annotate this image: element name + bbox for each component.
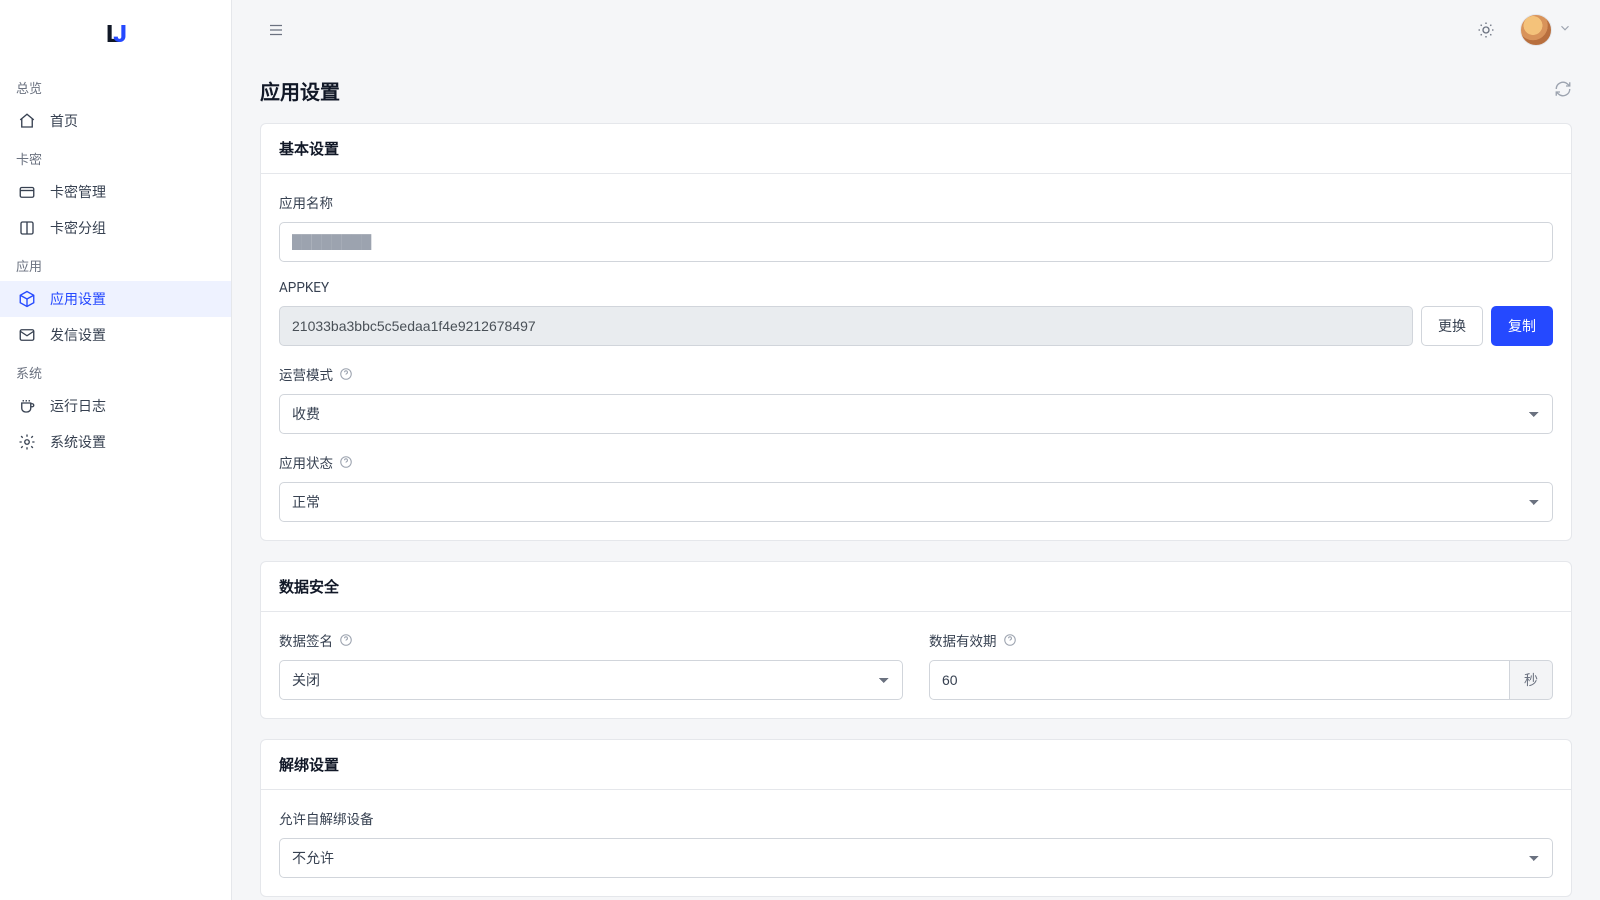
- card-basic: 基本设置 应用名称 APPKEY 更换 复制 运营模式: [260, 123, 1572, 541]
- mail-icon: [18, 326, 36, 344]
- copy-button[interactable]: 复制: [1491, 306, 1553, 346]
- nav-item-home[interactable]: 首页: [0, 103, 231, 139]
- nav-item-card-group[interactable]: 卡密分组: [0, 210, 231, 246]
- topbar: [232, 0, 1600, 60]
- card-title-unbind: 解绑设置: [261, 740, 1571, 790]
- cup-icon: [18, 397, 36, 415]
- self-unbind-select[interactable]: 不允许: [279, 838, 1553, 878]
- card-security: 数据安全 数据签名 关闭: [260, 561, 1572, 719]
- mode-select[interactable]: 收费: [279, 394, 1553, 434]
- logo[interactable]: LJ: [0, 0, 231, 68]
- status-select[interactable]: 正常: [279, 482, 1553, 522]
- nav-label: 首页: [50, 111, 78, 131]
- appkey-input[interactable]: [279, 306, 1413, 346]
- nav-label: 系统设置: [50, 432, 106, 452]
- label-expiry: 数据有效期: [929, 630, 997, 650]
- nav-label: 应用设置: [50, 289, 106, 309]
- logo-mark: LJ: [106, 20, 125, 48]
- card-unbind: 解绑设置 允许自解绑设备 不允许: [260, 739, 1572, 897]
- page-header: 应用设置: [260, 60, 1572, 123]
- page-title: 应用设置: [260, 76, 340, 105]
- label-status: 应用状态: [279, 452, 333, 472]
- help-icon[interactable]: [339, 367, 353, 381]
- label-self-unbind: 允许自解绑设备: [279, 808, 1553, 828]
- help-icon[interactable]: [339, 633, 353, 647]
- theme-toggle-button[interactable]: [1470, 14, 1502, 46]
- nav-item-card-manage[interactable]: 卡密管理: [0, 174, 231, 210]
- nav-label: 卡密分组: [50, 218, 106, 238]
- nav-section-system: 系统: [0, 353, 231, 388]
- label-appkey: APPKEY: [279, 280, 1553, 296]
- nav-section-overview: 总览: [0, 68, 231, 103]
- nav-label: 卡密管理: [50, 182, 106, 202]
- nav-item-system-settings[interactable]: 系统设置: [0, 424, 231, 460]
- user-menu[interactable]: [1520, 14, 1572, 46]
- sign-select[interactable]: 关闭: [279, 660, 903, 700]
- cube-icon: [18, 290, 36, 308]
- nav-label: 运行日志: [50, 396, 106, 416]
- refresh-icon: [1554, 80, 1572, 98]
- app-name-input[interactable]: [279, 222, 1553, 262]
- nav-item-app-settings[interactable]: 应用设置: [0, 281, 231, 317]
- label-app-name: 应用名称: [279, 192, 1553, 212]
- main: 应用设置 基本设置 应用名称 APPKEY 更换 复制: [232, 0, 1600, 900]
- chevron-down-icon: [1558, 21, 1572, 39]
- gear-icon: [18, 433, 36, 451]
- nav-section-app: 应用: [0, 246, 231, 281]
- menu-toggle-button[interactable]: [260, 14, 292, 46]
- nav-label: 发信设置: [50, 325, 106, 345]
- expiry-unit: 秒: [1510, 660, 1553, 700]
- menu-icon: [267, 21, 285, 39]
- help-icon[interactable]: [1003, 633, 1017, 647]
- refresh-button[interactable]: [1554, 80, 1572, 102]
- avatar: [1520, 14, 1552, 46]
- nav-item-mail-settings[interactable]: 发信设置: [0, 317, 231, 353]
- help-icon[interactable]: [339, 455, 353, 469]
- replace-button[interactable]: 更换: [1421, 306, 1483, 346]
- card-title-security: 数据安全: [261, 562, 1571, 612]
- columns-icon: [18, 219, 36, 237]
- nav-item-logs[interactable]: 运行日志: [0, 388, 231, 424]
- nav-section-card: 卡密: [0, 139, 231, 174]
- home-icon: [18, 112, 36, 130]
- label-mode: 运营模式: [279, 364, 333, 384]
- sidebar: LJ 总览 首页 卡密 卡密管理 卡密分组 应用 应用设置 发信设置 系统 运行…: [0, 0, 232, 900]
- card-title-basic: 基本设置: [261, 124, 1571, 174]
- content: 应用设置 基本设置 应用名称 APPKEY 更换 复制: [232, 60, 1600, 900]
- sun-icon: [1477, 21, 1495, 39]
- label-sign: 数据签名: [279, 630, 333, 650]
- expiry-input[interactable]: [929, 660, 1510, 700]
- card-icon: [18, 183, 36, 201]
